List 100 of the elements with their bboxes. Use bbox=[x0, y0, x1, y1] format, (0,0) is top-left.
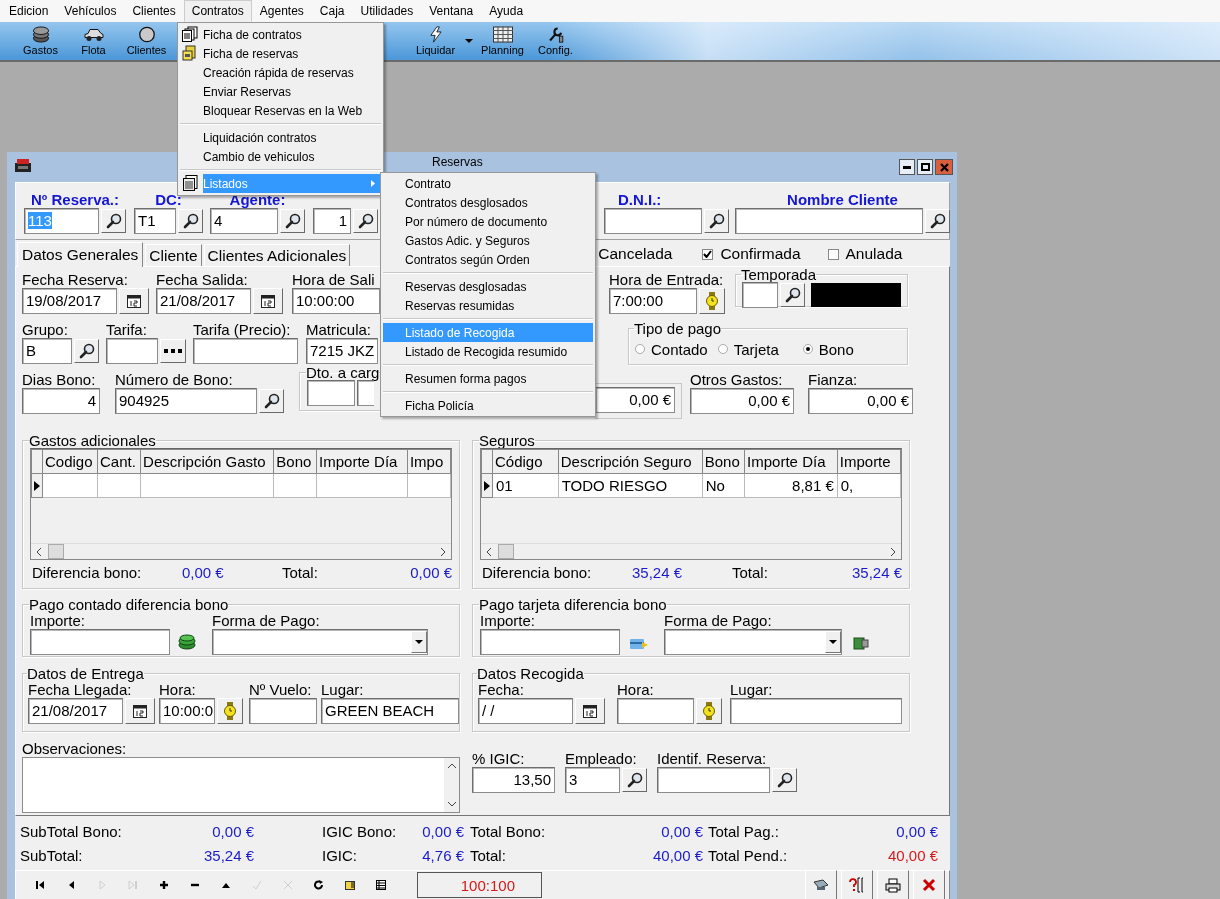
input-field[interactable]: T1 bbox=[134, 208, 176, 234]
input-field[interactable] bbox=[480, 629, 620, 655]
maximize-button[interactable] bbox=[917, 159, 933, 175]
input-field[interactable]: 13,50 bbox=[472, 767, 555, 793]
input-field[interactable]: 21/08/2017 bbox=[28, 698, 123, 724]
menu-item[interactable]: Por número de documento bbox=[383, 212, 593, 231]
toolbar-button[interactable]: Clientes bbox=[120, 22, 173, 60]
input-field[interactable] bbox=[735, 208, 923, 234]
menu-item[interactable]: Resumen forma pagos bbox=[383, 369, 593, 388]
input-field[interactable]: B bbox=[22, 338, 72, 364]
input-field[interactable] bbox=[357, 380, 374, 406]
search-button[interactable] bbox=[772, 768, 797, 792]
search-button[interactable] bbox=[780, 283, 805, 307]
menu-item[interactable]: Ficha Policía bbox=[383, 396, 593, 415]
calendar-button[interactable] bbox=[253, 288, 283, 314]
menu-item[interactable]: Utilidades bbox=[352, 0, 422, 22]
menu-item[interactable]: Creación rápida de reservas bbox=[180, 63, 381, 82]
input-field[interactable]: GREEN BEACH bbox=[321, 698, 459, 724]
radio-button[interactable]: Tarjeta bbox=[717, 340, 779, 358]
input-field[interactable] bbox=[307, 380, 356, 406]
search-button[interactable] bbox=[704, 209, 729, 233]
time-button[interactable] bbox=[699, 288, 725, 314]
search-button[interactable] bbox=[178, 209, 203, 233]
preview-button[interactable] bbox=[805, 870, 837, 899]
input-field[interactable] bbox=[249, 698, 317, 724]
menu-item[interactable]: Reservas desglosadas bbox=[383, 277, 593, 296]
input-field[interactable]: 21/08/2017 bbox=[156, 288, 251, 314]
scroll-thumb[interactable] bbox=[498, 544, 514, 559]
text-area[interactable] bbox=[22, 757, 460, 813]
input-field[interactable]: 1 bbox=[313, 208, 351, 234]
close-button[interactable] bbox=[935, 159, 953, 175]
dropdown-field[interactable] bbox=[664, 629, 842, 655]
input-field[interactable] bbox=[30, 629, 170, 655]
input-field[interactable]: 3 bbox=[565, 767, 620, 793]
calendar-button[interactable] bbox=[125, 698, 155, 724]
menu-item[interactable]: Agentes bbox=[251, 0, 312, 22]
checkbox[interactable]: Anulada bbox=[827, 245, 903, 263]
menu-item[interactable]: Cambio de vehiculos bbox=[180, 147, 381, 166]
menu-item[interactable]: Ayuda bbox=[481, 0, 532, 22]
input-field[interactable]: 19/08/2017 bbox=[22, 288, 117, 314]
search-button[interactable] bbox=[622, 768, 647, 792]
vertical-scrollbar[interactable] bbox=[444, 758, 459, 812]
input-field[interactable] bbox=[604, 208, 702, 234]
help-button[interactable] bbox=[841, 870, 873, 899]
search-button[interactable] bbox=[259, 389, 284, 413]
menu-item[interactable]: Contratos según Orden bbox=[383, 250, 593, 269]
time-button[interactable] bbox=[217, 698, 243, 724]
input-field[interactable] bbox=[106, 338, 158, 364]
tab[interactable]: Cliente bbox=[145, 244, 202, 266]
dropdown-field[interactable] bbox=[212, 629, 428, 655]
input-field[interactable]: 4 bbox=[210, 208, 278, 234]
menu-item[interactable]: Clientes bbox=[124, 0, 184, 22]
input-field[interactable] bbox=[730, 698, 902, 724]
input-field[interactable]: 10:00:00 bbox=[292, 288, 380, 314]
menu-item[interactable]: Edicion bbox=[1, 0, 57, 22]
menu-item[interactable]: Contratos desglosados bbox=[383, 193, 593, 212]
tab[interactable]: Datos Generales bbox=[17, 242, 144, 267]
menu-item[interactable]: Contrato bbox=[383, 174, 593, 193]
tab[interactable]: Clientes Adicionales bbox=[203, 244, 351, 266]
input-field[interactable]: 0,00 € bbox=[808, 388, 913, 414]
menu-item[interactable]: Liquidación contratos bbox=[180, 128, 381, 147]
print-button[interactable] bbox=[877, 870, 909, 899]
menu-item[interactable]: Enviar Reservas bbox=[180, 82, 381, 101]
search-button[interactable] bbox=[74, 339, 99, 363]
menu-item[interactable]: Vehículos bbox=[56, 0, 125, 22]
radio-button[interactable]: Bono bbox=[802, 340, 854, 358]
toolbar-button[interactable]: Planning bbox=[476, 22, 529, 60]
menu-item[interactable]: Ventana bbox=[421, 0, 482, 22]
menu-item[interactable]: Caja bbox=[311, 0, 353, 22]
menu-item[interactable]: Bloquear Reservas en la Web bbox=[180, 101, 381, 120]
toolbar-button[interactable]: Config. bbox=[529, 22, 582, 60]
horizontal-scrollbar[interactable] bbox=[481, 543, 901, 559]
input-field[interactable]: 10:00:0 bbox=[159, 698, 215, 724]
search-button[interactable] bbox=[280, 209, 305, 233]
toolbar-button[interactable]: Liquidar bbox=[409, 22, 462, 60]
radio-button[interactable]: Contado bbox=[635, 340, 708, 358]
input-field[interactable]: 7:00:00 bbox=[609, 288, 697, 314]
calendar-button[interactable] bbox=[119, 288, 149, 314]
checkbox[interactable]: Confirmada bbox=[702, 245, 801, 263]
search-button[interactable] bbox=[101, 209, 126, 233]
search-button[interactable] bbox=[353, 209, 378, 233]
more-button[interactable] bbox=[160, 339, 186, 363]
menu-item[interactable]: Gastos Adic. y Seguros bbox=[383, 231, 593, 250]
minimize-button[interactable] bbox=[899, 159, 915, 175]
calendar-button[interactable] bbox=[575, 698, 605, 724]
menu-item[interactable]: Ficha de reservas bbox=[180, 44, 381, 63]
menu-item[interactable]: Contratos bbox=[183, 0, 252, 22]
input-field[interactable] bbox=[193, 338, 298, 364]
menu-item[interactable]: Ficha de contratos bbox=[180, 25, 381, 44]
menu-item[interactable]: Listado de Recogida resumido bbox=[383, 342, 593, 361]
input-field[interactable]: 904925 bbox=[115, 388, 257, 414]
input-field[interactable]: 0,00 € bbox=[595, 387, 675, 413]
horizontal-scrollbar[interactable] bbox=[31, 543, 451, 559]
scroll-thumb[interactable] bbox=[48, 544, 64, 559]
input-field[interactable]: 4 bbox=[22, 388, 100, 414]
dropdown-button[interactable] bbox=[825, 631, 841, 653]
input-field[interactable]: / / bbox=[478, 698, 573, 724]
input-field[interactable] bbox=[657, 767, 770, 793]
input-field[interactable] bbox=[742, 282, 778, 308]
search-button[interactable] bbox=[925, 209, 950, 233]
